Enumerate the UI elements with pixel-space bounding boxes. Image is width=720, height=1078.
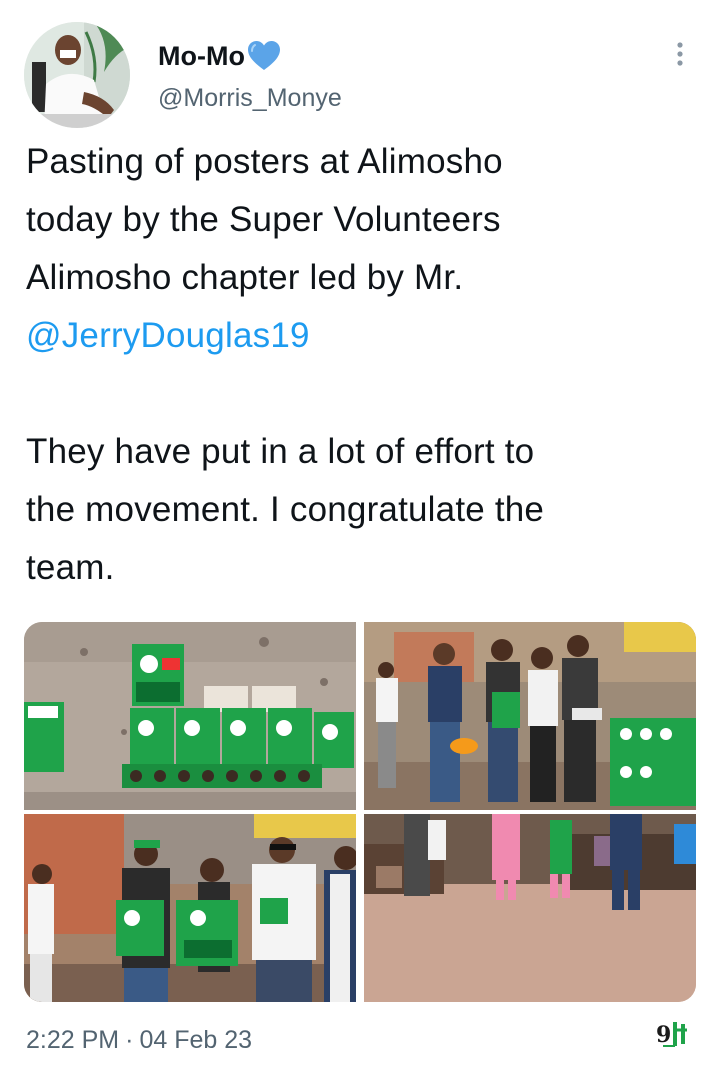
street-scene-photo[interactable]	[364, 814, 696, 1002]
tweet-text: Pasting of posters at Alimosho today by …	[26, 133, 706, 597]
tweet-card: Mo-Mo @Morris_Monye Pasting of posters a…	[0, 0, 720, 1078]
tweet-time: 2:22 PM	[26, 1026, 120, 1054]
nigeria-9ja-logo-icon: 9	[655, 1014, 695, 1052]
separator-dot: ·	[125, 1026, 134, 1054]
tweet-text-line: Pasting of posters at Alimosho	[26, 142, 503, 181]
more-vertical-icon[interactable]	[668, 40, 692, 70]
author-handle[interactable]: @Morris_Monye	[158, 83, 342, 113]
avatar[interactable]	[24, 22, 130, 128]
tweet-text-line: today by the Super Volunteers	[26, 200, 501, 239]
tweet-date: 04 Feb 23	[139, 1026, 253, 1054]
media-grid	[24, 622, 696, 1002]
tweet-timestamp[interactable]: 2:22 PM · 04 Feb 23	[26, 1025, 252, 1055]
posters-on-wall-photo[interactable]	[24, 622, 356, 810]
tweet-text-line: Alimosho chapter led by Mr.	[26, 258, 464, 297]
tweet-text-line: They have put in a lot of effort to	[26, 432, 535, 471]
tweet-text-line: team.	[26, 548, 115, 587]
volunteers-group-photo[interactable]	[364, 622, 696, 810]
display-name[interactable]: Mo-Mo	[158, 40, 342, 72]
blue-heart-icon	[247, 40, 281, 72]
author-block: Mo-Mo @Morris_Monye	[158, 40, 342, 113]
svg-text:9: 9	[656, 1022, 671, 1048]
mention-link[interactable]: @JerryDouglas19	[26, 316, 310, 355]
tweet-text-line: the movement. I congratulate the	[26, 490, 545, 529]
volunteers-holding-posters-photo[interactable]	[24, 814, 356, 1002]
display-name-text: Mo-Mo	[158, 41, 245, 71]
